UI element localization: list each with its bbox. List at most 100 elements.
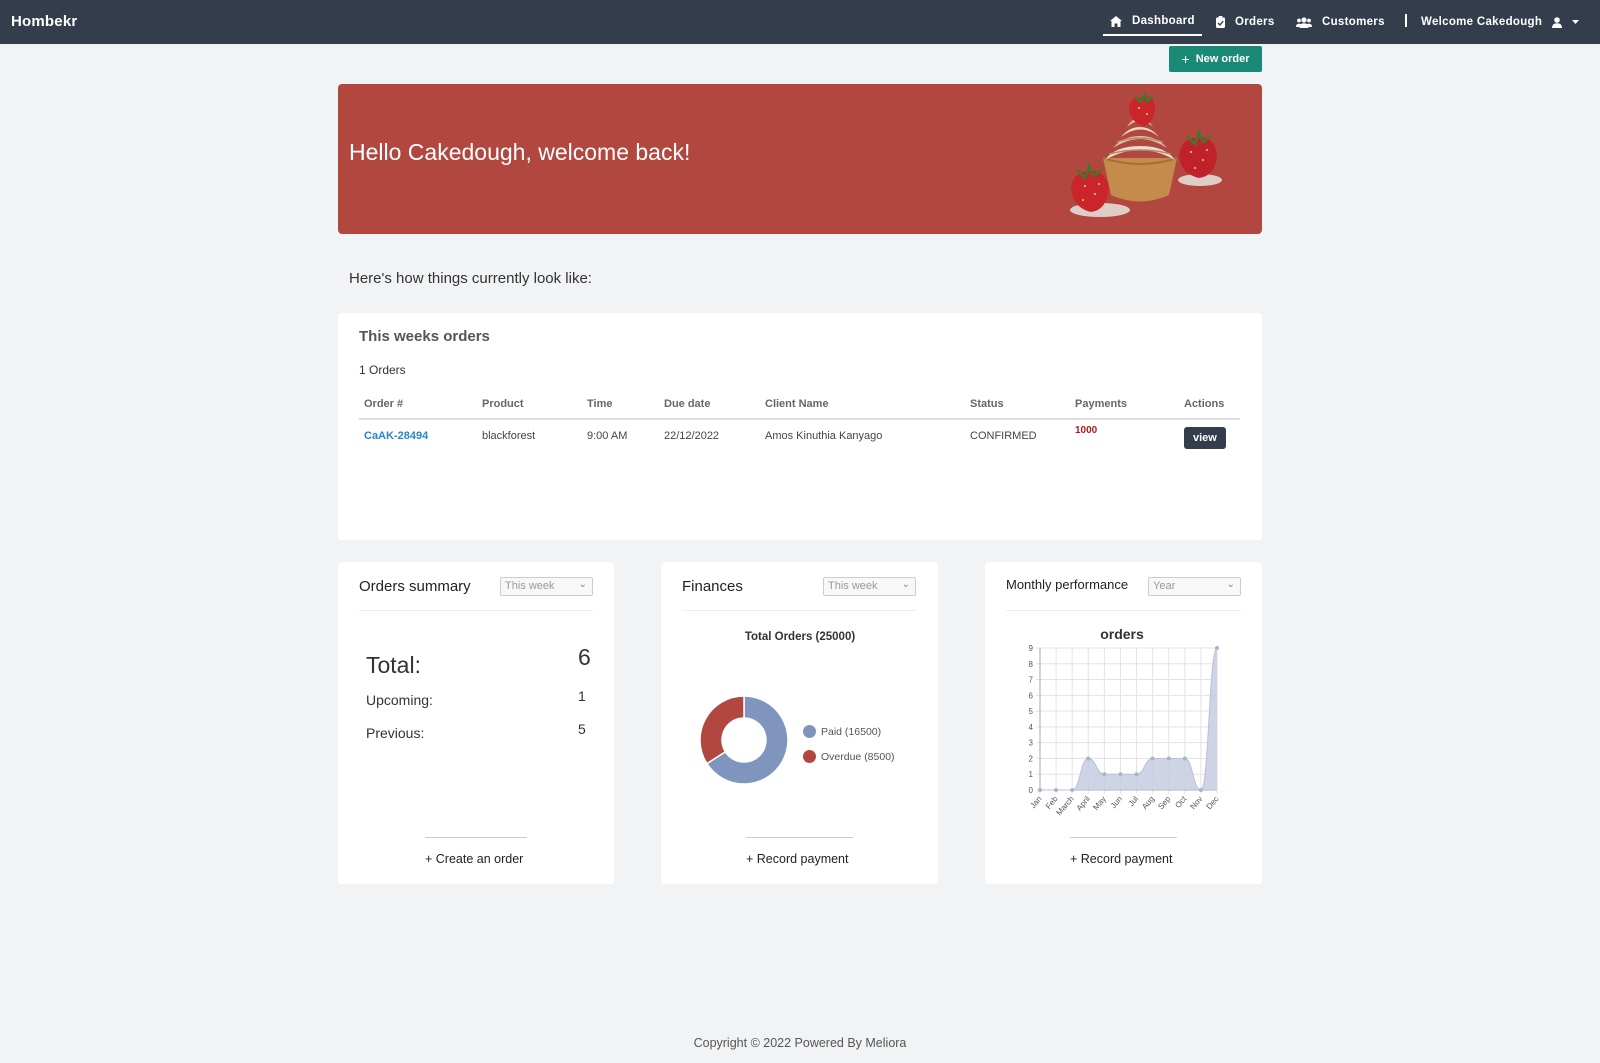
x-tick-label: May [1091, 795, 1108, 812]
order-due-date: 22/12/2022 [664, 430, 720, 442]
previous-value: 5 [578, 721, 586, 737]
nav-customers-label: Customers [1322, 16, 1385, 28]
legend-paid: Paid (16500) [803, 725, 881, 738]
y-tick-label: 2 [1029, 754, 1034, 763]
orders-summary-card: Orders summary This week ⌄ Total: 6 Upco… [338, 562, 614, 884]
order-number-link[interactable]: CaAK-28494 [364, 430, 428, 442]
top-navbar: Hombekr Dashboard Orders Customers Welco… [0, 0, 1600, 44]
finances-period-value: This week [828, 580, 878, 592]
legend-swatch [803, 725, 816, 738]
user-menu[interactable]: Welcome Cakedough [1421, 8, 1589, 36]
data-point [1215, 646, 1219, 650]
col-client-name: Client Name [760, 395, 965, 420]
legend-swatch [803, 750, 816, 763]
order-status: CONFIRMED [970, 430, 1037, 442]
view-order-button[interactable]: view [1184, 427, 1226, 449]
brand-logo[interactable]: Hombekr [11, 13, 77, 30]
performance-title: Monthly performance [1006, 577, 1129, 592]
data-point [1134, 772, 1139, 777]
nav-orders-label: Orders [1235, 16, 1275, 28]
x-tick-label: Nov [1188, 795, 1204, 812]
y-tick-label: 4 [1029, 723, 1034, 732]
nav-dashboard[interactable]: Dashboard [1103, 8, 1202, 36]
legend-overdue: Overdue (8500) [803, 750, 895, 763]
dessert-illustration [1070, 90, 1222, 217]
data-point [1118, 772, 1123, 777]
y-tick-label: 0 [1029, 786, 1034, 795]
orders-table: Order # Product Time Due date Client Nam… [359, 395, 1240, 462]
finances-donut-chart: Total Orders (25000) [699, 631, 856, 785]
chart-title: Total Orders (25000) [745, 631, 856, 643]
order-client: Amos Kinuthia Kanyago [765, 430, 883, 442]
weekly-orders-title: This weeks orders [359, 328, 490, 345]
y-tick-label: 5 [1029, 707, 1034, 716]
chevron-down-icon: ⌄ [1226, 579, 1235, 590]
y-tick-label: 9 [1029, 644, 1034, 653]
table-header-row: Order # Product Time Due date Client Nam… [359, 395, 1240, 420]
performance-period-select[interactable]: Year ⌄ [1148, 577, 1241, 596]
x-tick-label: March [1055, 795, 1076, 818]
new-order-button[interactable]: + New order [1169, 46, 1262, 72]
dashboard-subtitle: Here's how things currently look like: [349, 270, 592, 287]
previous-label: Previous: [366, 725, 425, 741]
performance-period-value: Year [1153, 580, 1176, 592]
nav-dashboard-label: Dashboard [1132, 15, 1195, 27]
total-value: 6 [578, 644, 591, 670]
data-point [1150, 756, 1155, 761]
welcome-label: Welcome Cakedough [1421, 16, 1543, 28]
col-payments: Payments [1070, 395, 1179, 420]
series-area [1040, 648, 1217, 790]
chevron-down-icon: ⌄ [578, 579, 587, 590]
new-order-label: New order [1195, 53, 1250, 65]
x-tick-label: Dec [1204, 795, 1220, 812]
finances-period-select[interactable]: This week ⌄ [823, 577, 916, 596]
nav-customers[interactable]: Customers [1296, 8, 1385, 36]
caret-down-icon [1572, 20, 1580, 24]
finances-card: Finances This week ⌄ Total Orders (25000… [661, 562, 938, 884]
col-order-number: Order # [359, 395, 477, 420]
nav-divider [1405, 14, 1407, 27]
col-due-date: Due date [659, 395, 760, 420]
record-payment-link[interactable]: + Record payment [1070, 852, 1172, 866]
legend-label: Paid (16500) [821, 725, 882, 738]
orders-summary-title: Orders summary [359, 578, 471, 595]
data-point [1182, 756, 1187, 761]
footer-divider [1070, 837, 1177, 838]
col-time: Time [582, 395, 659, 420]
x-tick-label: April [1075, 794, 1092, 812]
col-product: Product [477, 395, 582, 420]
col-actions: Actions [1179, 395, 1240, 420]
data-point [1086, 756, 1091, 761]
y-tick-label: 8 [1029, 660, 1034, 669]
x-tick-label: Aug [1140, 795, 1156, 812]
x-tick-label: Jul [1127, 794, 1141, 808]
x-tick-label: Jan [1028, 795, 1043, 811]
total-label: Total: [366, 652, 421, 678]
footer-divider [746, 837, 853, 838]
x-tick-label: Oct [1173, 794, 1188, 810]
order-product: blackforest [482, 430, 536, 442]
y-tick-label: 3 [1029, 739, 1034, 748]
data-point [1038, 788, 1042, 792]
data-point [1054, 788, 1059, 792]
orders-count: 1 Orders [359, 363, 406, 377]
welcome-banner: Hello Cakedough, welcome back! [338, 84, 1262, 234]
record-payment-link[interactable]: + Record payment [746, 852, 848, 866]
data-point [1102, 772, 1107, 777]
order-time: 9:00 AM [587, 430, 628, 442]
order-payment: 1000 [1075, 425, 1098, 436]
chart-title: orders [1100, 626, 1144, 642]
orders-area-chart: orders 0123456789Jan FebMarchApril May Jun J… [1028, 626, 1220, 818]
monthly-performance-card: Monthly performance Year ⌄ orders 0 1 2 3 4 5… [985, 562, 1262, 884]
summary-period-select[interactable]: This week ⌄ [500, 577, 593, 596]
table-row: CaAK-28494 blackforest 9:00 AM 22/12/202… [359, 419, 1240, 462]
create-order-link[interactable]: + Create an order [425, 852, 523, 866]
upcoming-label: Upcoming: [366, 692, 433, 708]
weekly-orders-card: This weeks orders 1 Orders Order # Produ… [338, 313, 1262, 540]
nav-orders[interactable]: Orders [1216, 8, 1275, 36]
upcoming-value: 1 [578, 688, 586, 704]
x-tick-label: Sep [1156, 794, 1172, 811]
chevron-down-icon: ⌄ [901, 579, 910, 590]
banner-greeting: Hello Cakedough, welcome back! [349, 139, 691, 165]
divider [1006, 610, 1241, 611]
